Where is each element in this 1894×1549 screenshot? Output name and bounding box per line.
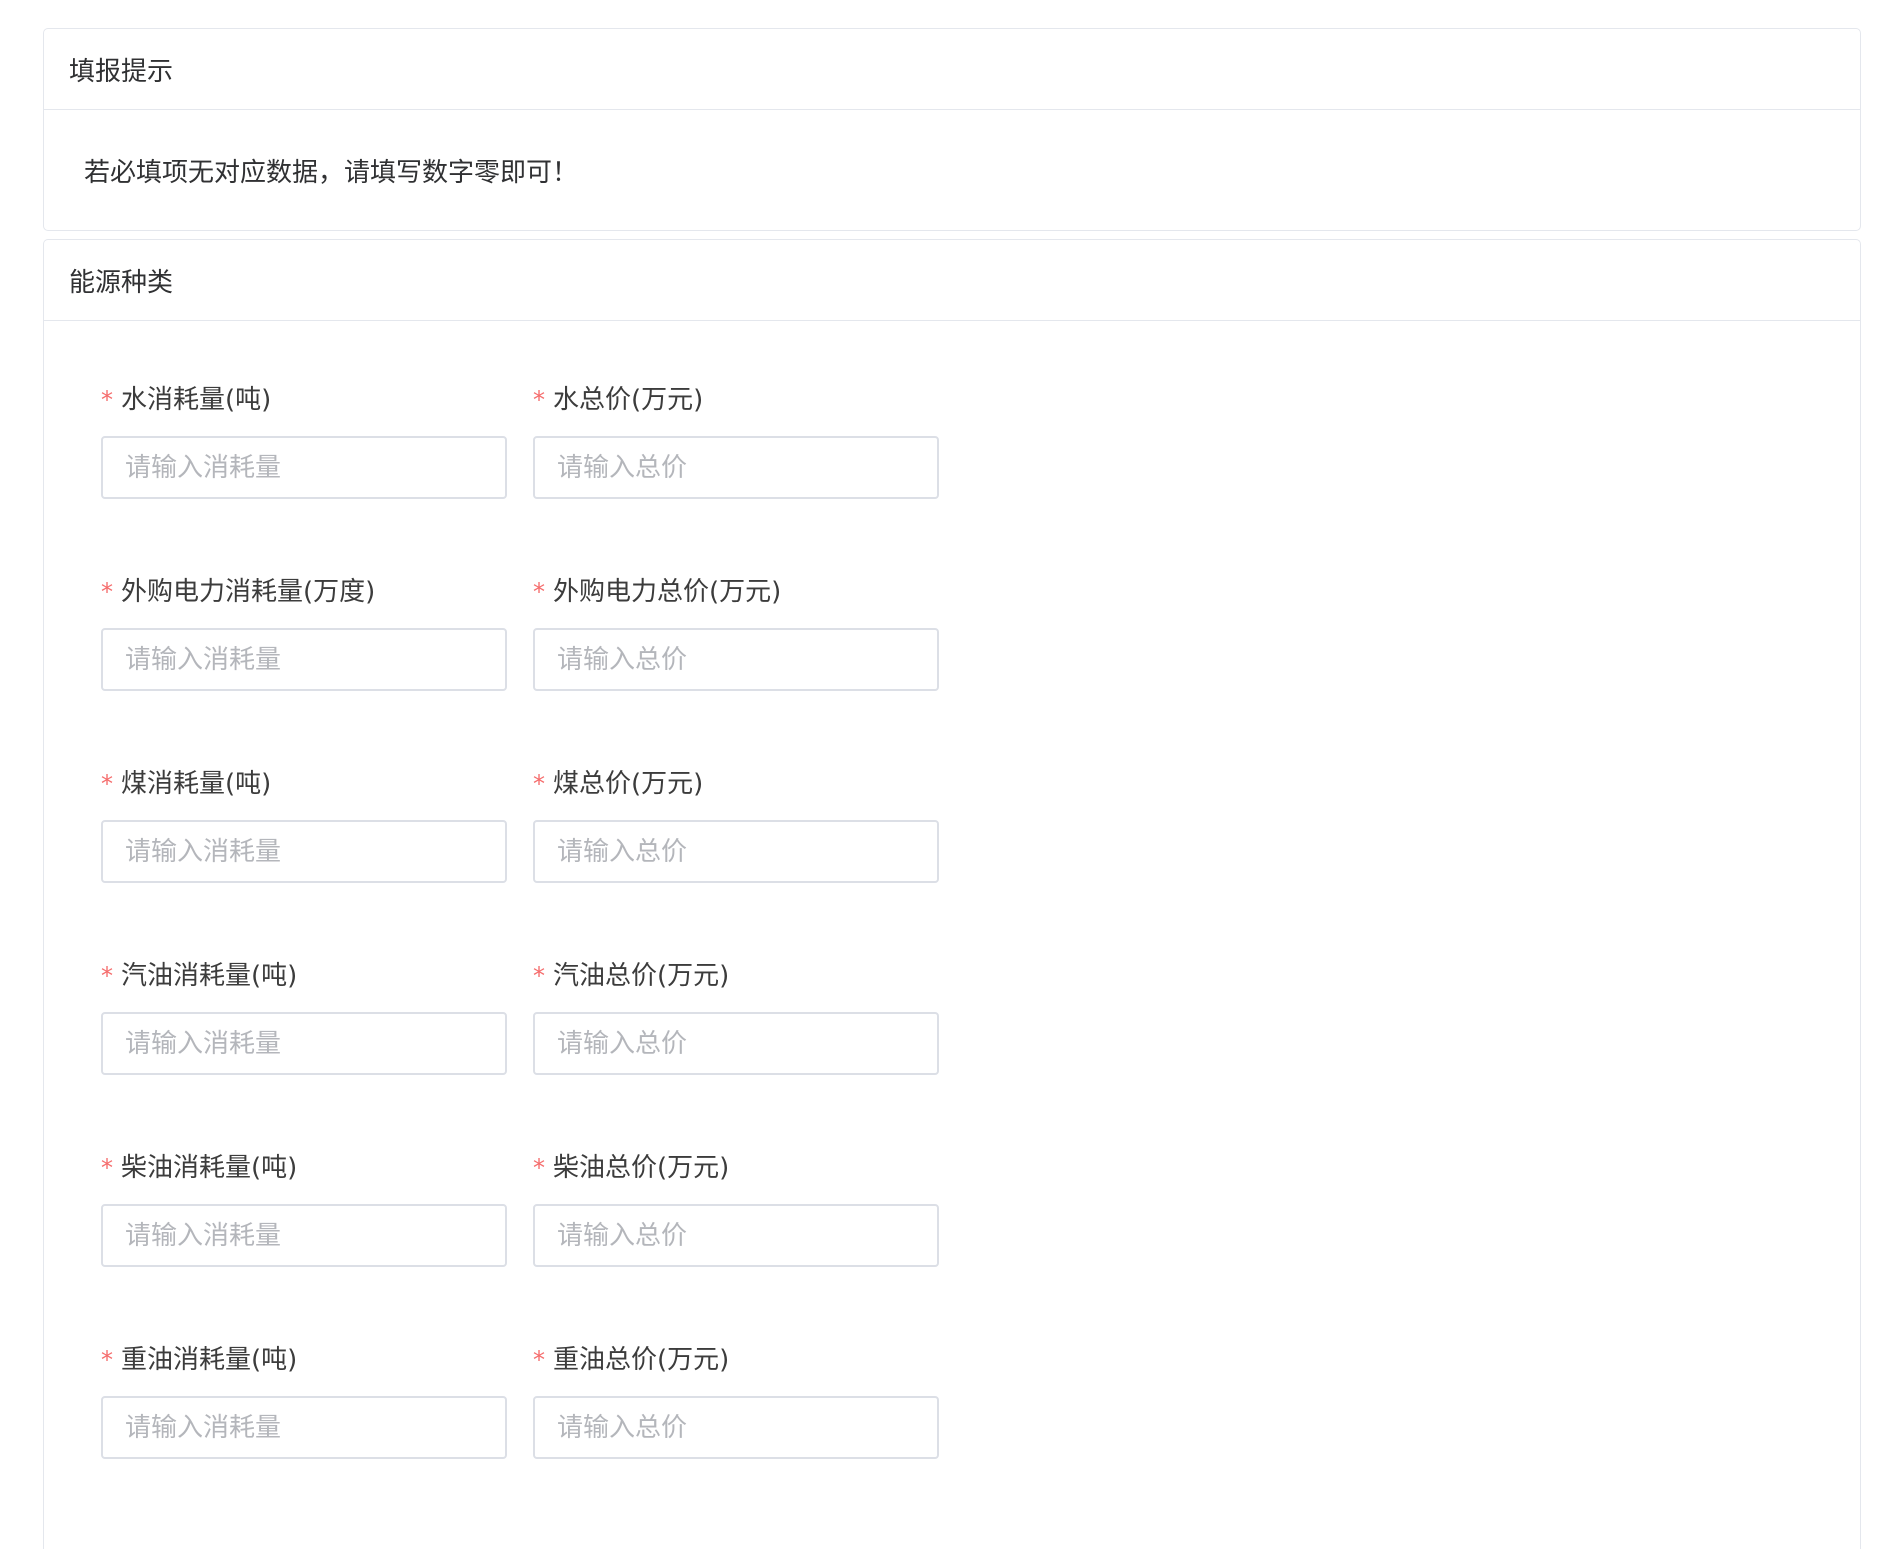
required-asterisk: * (533, 1154, 545, 1182)
fill-tip-message: 若必填项无对应数据，请填写数字零即可！ (84, 157, 579, 188)
required-asterisk: * (101, 1346, 113, 1374)
form-label: * 柴油总价(万元) (533, 1148, 729, 1188)
form-label-text: 汽油总价(万元) (553, 961, 730, 991)
required-asterisk: * (533, 386, 545, 414)
form-row-coal: * 煤消耗量(吨) * 煤总价(万元) (101, 764, 965, 956)
required-asterisk: * (533, 1346, 545, 1374)
form-item-heavy-oil-consumption: * 重油消耗量(吨) (101, 1340, 507, 1532)
form-item-electricity-consumption: * 外购电力消耗量(万度) (101, 572, 507, 764)
form-label-text: 重油总价(万元) (553, 1345, 730, 1375)
coal-price-input[interactable] (533, 820, 939, 883)
electricity-consumption-input[interactable] (101, 628, 507, 691)
form-item-gasoline-consumption: * 汽油消耗量(吨) (101, 956, 507, 1148)
heavy-oil-consumption-input[interactable] (101, 1396, 507, 1459)
form-row-heavy-oil: * 重油消耗量(吨) * 重油总价(万元) (101, 1340, 965, 1532)
required-asterisk: * (101, 770, 113, 798)
form-row-diesel: * 柴油消耗量(吨) * 柴油总价(万元) (101, 1148, 965, 1340)
form-item-diesel-price: * 柴油总价(万元) (533, 1148, 939, 1340)
required-asterisk: * (533, 578, 545, 606)
form-label-text: 汽油消耗量(吨) (121, 961, 298, 991)
required-asterisk: * (533, 962, 545, 990)
form-item-coal-price: * 煤总价(万元) (533, 764, 939, 956)
form-label: * 外购电力总价(万元) (533, 572, 781, 612)
heavy-oil-price-input[interactable] (533, 1396, 939, 1459)
coal-consumption-input[interactable] (101, 820, 507, 883)
form-label-text: 重油消耗量(吨) (121, 1345, 298, 1375)
form-item-diesel-consumption: * 柴油消耗量(吨) (101, 1148, 507, 1340)
required-asterisk: * (101, 386, 113, 414)
gasoline-price-input[interactable] (533, 1012, 939, 1075)
form-item-water-consumption: * 水消耗量(吨) (101, 380, 507, 572)
water-price-input[interactable] (533, 436, 939, 499)
form-row-electricity: * 外购电力消耗量(万度) * 外购电力总价(万元) (101, 572, 965, 764)
form-label: * 汽油总价(万元) (533, 956, 729, 996)
form-item-coal-consumption: * 煤消耗量(吨) (101, 764, 507, 956)
form-item-water-price: * 水总价(万元) (533, 380, 939, 572)
required-asterisk: * (533, 770, 545, 798)
form-label-text: 外购电力总价(万元) (553, 577, 782, 607)
form-row-water: * 水消耗量(吨) * 水总价(万元) (101, 380, 965, 572)
fill-tip-card-header: 填报提示 (44, 29, 1860, 110)
form-label-text: 水总价(万元) (553, 385, 704, 415)
form-label-text: 柴油总价(万元) (553, 1153, 730, 1183)
required-asterisk: * (101, 962, 113, 990)
form-label-text: 外购电力消耗量(万度) (121, 577, 376, 607)
form-label: * 柴油消耗量(吨) (101, 1148, 297, 1188)
diesel-price-input[interactable] (533, 1204, 939, 1267)
form-label: * 重油总价(万元) (533, 1340, 729, 1380)
form-item-heavy-oil-price: * 重油总价(万元) (533, 1340, 939, 1532)
fill-tip-card-title: 填报提示 (69, 56, 174, 87)
form-label: * 水消耗量(吨) (101, 380, 271, 420)
form-label: * 重油消耗量(吨) (101, 1340, 297, 1380)
required-asterisk: * (101, 1154, 113, 1182)
fill-tip-card: 填报提示 若必填项无对应数据，请填写数字零即可！ (43, 28, 1861, 231)
electricity-price-input[interactable] (533, 628, 939, 691)
diesel-consumption-input[interactable] (101, 1204, 507, 1267)
form-label-text: 煤消耗量(吨) (121, 769, 272, 799)
fill-tip-card-body: 若必填项无对应数据，请填写数字零即可！ (44, 110, 1860, 230)
energy-type-card: 能源种类 * 水消耗量(吨) * 水总价(万元) * 外购电力消耗量(万度) * 外购电… (43, 239, 1861, 1549)
form-label-text: 水消耗量(吨) (121, 385, 272, 415)
energy-type-card-header: 能源种类 (44, 240, 1860, 321)
gasoline-consumption-input[interactable] (101, 1012, 507, 1075)
form-label: * 煤总价(万元) (533, 764, 703, 804)
energy-type-card-title: 能源种类 (69, 267, 174, 298)
required-asterisk: * (101, 578, 113, 606)
form-label-text: 煤总价(万元) (553, 769, 704, 799)
form-item-gasoline-price: * 汽油总价(万元) (533, 956, 939, 1148)
form-label: * 煤消耗量(吨) (101, 764, 271, 804)
form-label: * 水总价(万元) (533, 380, 703, 420)
form-row-gasoline: * 汽油消耗量(吨) * 汽油总价(万元) (101, 956, 965, 1148)
form-item-electricity-price: * 外购电力总价(万元) (533, 572, 939, 764)
form-label-text: 柴油消耗量(吨) (121, 1153, 298, 1183)
form-label: * 外购电力消耗量(万度) (101, 572, 375, 612)
water-consumption-input[interactable] (101, 436, 507, 499)
energy-form: * 水消耗量(吨) * 水总价(万元) * 外购电力消耗量(万度) * 外购电力总价(万… (101, 380, 965, 1532)
form-label: * 汽油消耗量(吨) (101, 956, 297, 996)
